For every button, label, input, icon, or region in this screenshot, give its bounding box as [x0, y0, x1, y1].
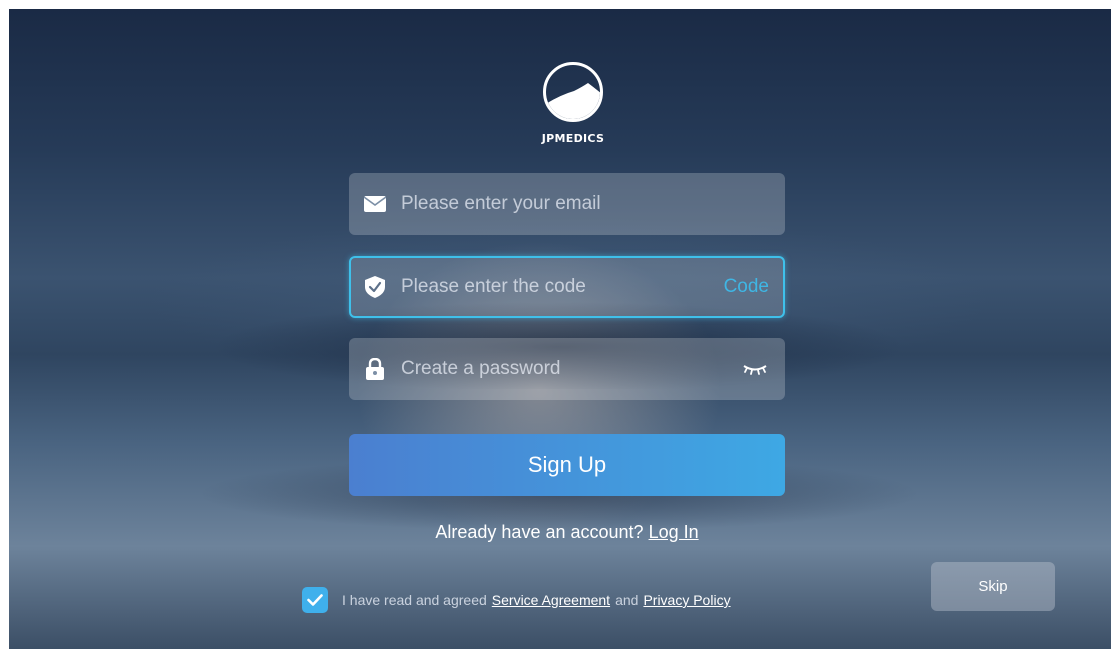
checkmark-icon [307, 594, 323, 606]
login-prompt: Already have an account? Log In [349, 522, 785, 543]
brand-name: JPMEDICS [541, 132, 605, 145]
eye-closed-icon[interactable] [741, 360, 769, 378]
privacy-policy-link[interactable]: Privacy Policy [643, 592, 730, 608]
code-input[interactable] [401, 276, 724, 298]
password-field[interactable] [349, 338, 785, 400]
lock-icon [363, 357, 387, 381]
login-prompt-text: Already have an account? [435, 522, 644, 542]
agreement-conjunction: and [615, 592, 639, 608]
signup-screen: JPMEDICS Code [9, 9, 1111, 649]
get-code-button[interactable]: Code [724, 276, 769, 298]
password-input[interactable] [401, 358, 741, 380]
sign-up-button[interactable]: Sign Up [349, 434, 785, 496]
brand-logo: JPMEDICS [537, 62, 609, 152]
skip-button[interactable]: Skip [931, 562, 1055, 611]
log-in-link[interactable]: Log In [649, 522, 699, 542]
envelope-icon [363, 192, 387, 216]
code-field[interactable]: Code [349, 256, 785, 318]
email-field[interactable] [349, 173, 785, 235]
email-input[interactable] [401, 193, 769, 215]
shield-check-icon [363, 275, 387, 299]
logo-mountain-icon [543, 62, 603, 122]
agreement-prefix: I have read and agreed [342, 592, 487, 608]
agreement-row: I have read and agreed Service Agreement… [302, 587, 736, 613]
service-agreement-link[interactable]: Service Agreement [492, 592, 610, 608]
agreement-checkbox[interactable] [302, 587, 328, 613]
